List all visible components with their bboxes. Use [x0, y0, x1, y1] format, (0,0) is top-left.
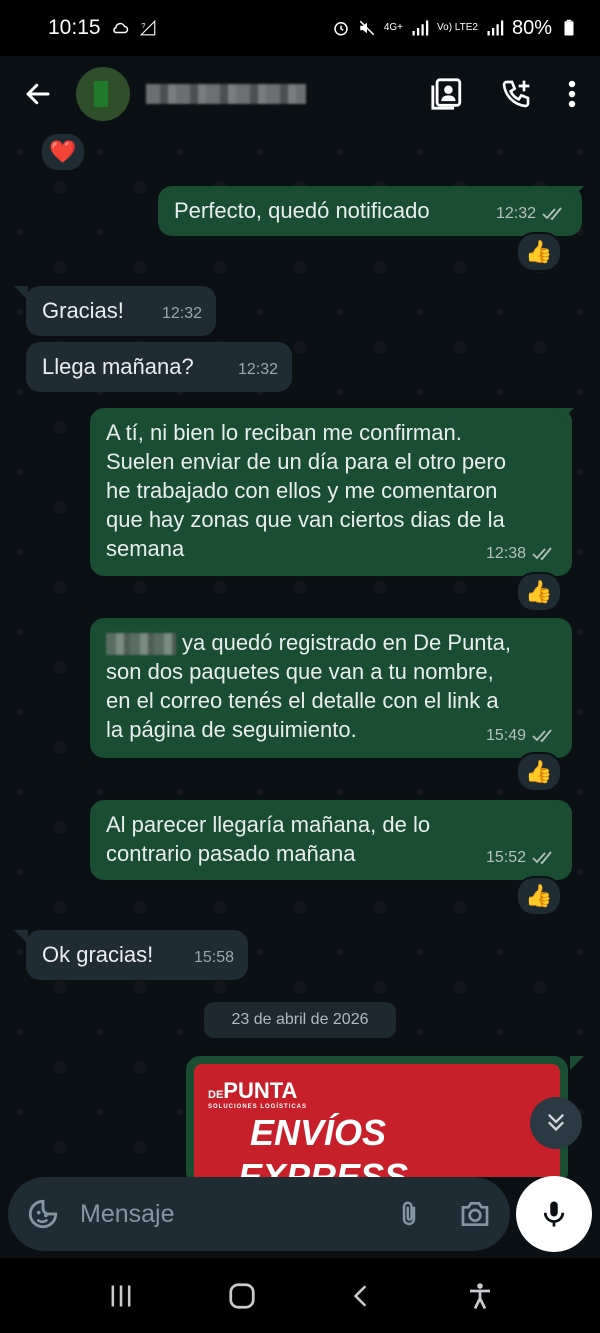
reaction-thumbs-up[interactable]: 👍	[516, 876, 562, 916]
contact-card-icon	[431, 78, 462, 110]
signal-icon	[412, 20, 429, 36]
double-check-icon	[542, 206, 562, 220]
heart-emoji-icon: ❤️	[49, 139, 77, 164]
more-options-button[interactable]	[568, 79, 576, 109]
thumbs-up-emoji-icon: 👍	[525, 759, 553, 784]
contact-card-button[interactable]	[430, 77, 464, 111]
battery-percent: 80%	[511, 16, 552, 39]
double-check-icon	[532, 850, 552, 864]
volte-label: Vo) LTE2	[437, 22, 478, 33]
bubble-tail	[560, 408, 574, 422]
bubble-tail	[570, 186, 584, 200]
double-check-icon	[532, 546, 552, 560]
message-out[interactable]: ya quedó registrado en De Punta, son dos…	[90, 618, 572, 758]
promo-line-1: ENVÍOS	[250, 1112, 387, 1153]
message-out[interactable]: Perfecto, quedó notificado 12:32	[158, 186, 582, 236]
camera-button[interactable]	[458, 1198, 492, 1230]
message-out[interactable]: A tí, ni bien lo reciban me confirman. S…	[90, 408, 572, 576]
battery-icon	[564, 19, 574, 36]
back-nav-button[interactable]	[348, 1282, 374, 1310]
emoji-button[interactable]	[26, 1197, 60, 1231]
chat-header	[0, 56, 600, 132]
accessibility-icon	[469, 1282, 490, 1309]
back-chevron-icon	[353, 1284, 366, 1307]
recents-icon	[111, 1285, 130, 1306]
alarm-icon	[334, 22, 348, 36]
message-time: 12:38	[485, 545, 526, 562]
message-time: 12:32	[237, 361, 278, 378]
message-in[interactable]: Llega mañana? 12:32	[26, 342, 292, 392]
attach-button[interactable]	[394, 1197, 424, 1231]
voice-message-button[interactable]	[516, 1176, 592, 1252]
home-icon	[228, 1282, 255, 1309]
double-chevron-down-icon	[548, 1114, 564, 1132]
message-input[interactable]: Mensaje	[80, 1200, 394, 1229]
message-time: 12:32	[495, 205, 536, 222]
message-time: 15:52	[485, 849, 526, 866]
accessibility-button[interactable]	[465, 1280, 495, 1312]
brand-logo: DEPUNTA SOLUCIONES LOGÍSTICAS	[208, 1078, 308, 1110]
chat-area[interactable]: ❤️ Perfecto, quedó notificado 12:32 👍 Gr…	[0, 132, 600, 1177]
sticker-smiley-icon	[28, 1199, 58, 1229]
promo-line-2: EXPRESS	[238, 1156, 409, 1177]
message-out[interactable]: Al parecer llegaría mañana, de lo contra…	[90, 800, 572, 880]
redacted-name	[106, 633, 176, 656]
add-call-button[interactable]	[500, 78, 532, 110]
reaction-thumbs-up[interactable]: 👍	[516, 232, 562, 272]
home-button[interactable]	[227, 1281, 257, 1311]
camera-icon	[461, 1202, 489, 1226]
reaction-thumbs-up[interactable]: 👍	[516, 752, 562, 792]
promo-image[interactable]: DEPUNTA SOLUCIONES LOGÍSTICAS ENVÍOS EXPR…	[194, 1064, 560, 1177]
image-message[interactable]: DEPUNTA SOLUCIONES LOGÍSTICAS ENVÍOS EXPR…	[186, 1056, 568, 1177]
message-in[interactable]: Ok gracias! 15:58	[26, 930, 248, 980]
message-time: 15:58	[193, 949, 234, 966]
back-button[interactable]	[0, 56, 76, 132]
double-check-icon	[532, 728, 552, 742]
bubble-tail	[14, 286, 28, 300]
message-composer: Mensaje	[8, 1177, 510, 1251]
system-nav-bar	[0, 1258, 600, 1333]
microphone-icon	[543, 1201, 565, 1227]
status-time: 10:15	[48, 16, 101, 39]
arrow-left-icon	[26, 83, 50, 105]
signal-icon-2	[487, 20, 504, 36]
reaction-heart[interactable]: ❤️	[40, 132, 86, 172]
more-vert-icon	[568, 80, 576, 108]
cloud-icon	[112, 22, 128, 34]
status-bar: 10:15 ? 4G+ Vo) LTE2 80%	[0, 0, 600, 56]
recent-apps-button[interactable]	[106, 1282, 136, 1310]
date-divider: 23 de abril de 2026	[204, 1002, 396, 1038]
scroll-to-bottom-button[interactable]	[530, 1097, 582, 1149]
add-call-icon	[502, 80, 530, 108]
message-time: 12:32	[161, 305, 202, 322]
svg-text:?: ?	[141, 21, 145, 30]
mute-icon	[359, 20, 375, 36]
message-in[interactable]: Gracias! 12:32	[26, 286, 216, 336]
bubble-tail	[570, 1056, 584, 1070]
bubble-tail	[14, 930, 28, 944]
thumbs-up-emoji-icon: 👍	[525, 239, 553, 264]
thumbs-up-emoji-icon: 👍	[525, 883, 553, 908]
reaction-thumbs-up[interactable]: 👍	[516, 572, 562, 612]
paperclip-icon	[402, 1201, 416, 1226]
contact-name[interactable]	[146, 84, 306, 104]
thumbs-up-emoji-icon: 👍	[525, 579, 553, 604]
avatar[interactable]	[76, 67, 130, 121]
message-time: 15:49	[485, 727, 526, 744]
no-signal-icon: ?	[139, 19, 155, 36]
network-type-label: 4G+	[383, 22, 404, 33]
